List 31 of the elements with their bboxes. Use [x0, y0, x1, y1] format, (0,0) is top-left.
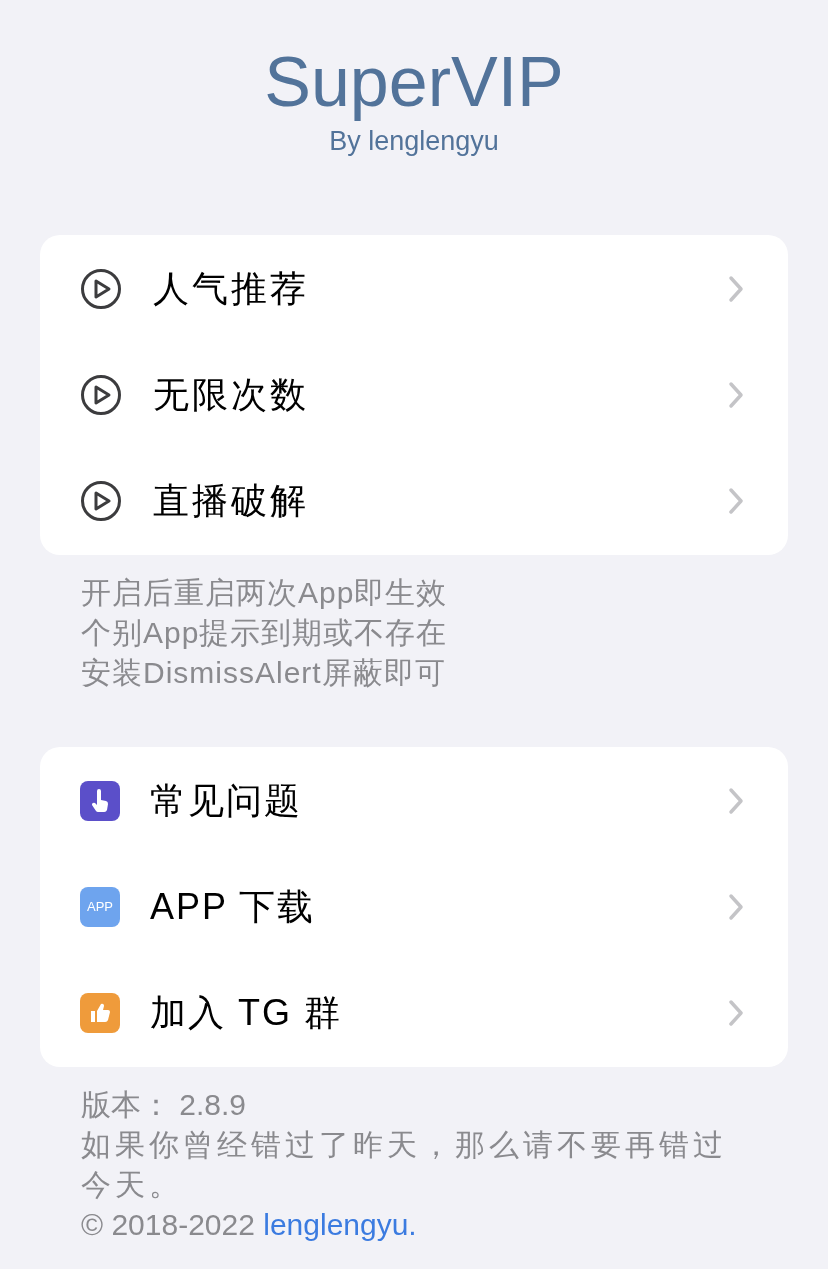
- copyright-text: © 2018-2022 lenglengyu.: [81, 1207, 418, 1243]
- chevron-right-icon: [728, 787, 744, 815]
- feature-label: 无限次数: [153, 373, 310, 417]
- version-text: 版本： 2.8.9: [81, 1087, 248, 1123]
- app-subtitle: By lenglengyu: [329, 125, 499, 158]
- author-link[interactable]: lenglengyu.: [263, 1208, 417, 1241]
- feature-label: 人气推荐: [153, 267, 310, 311]
- motto-text: 如果你曾经错过了昨天，那么请不要再错过今天。: [81, 1127, 728, 1203]
- feature-row[interactable]: 无限次数: [40, 342, 788, 448]
- play-circle-icon: [80, 374, 122, 416]
- chevron-right-icon: [728, 893, 744, 921]
- link-label: APP 下载: [150, 885, 317, 929]
- link-row[interactable]: APP APP 下载: [40, 854, 788, 960]
- chevron-right-icon: [728, 381, 744, 409]
- chevron-right-icon: [728, 275, 744, 303]
- app-title: SuperVIP: [264, 42, 564, 123]
- link-label: 常见问题: [150, 779, 303, 823]
- feature-label: 直播破解: [153, 479, 310, 523]
- link-label: 加入 TG 群: [150, 991, 343, 1035]
- feature-row[interactable]: 人气推荐: [40, 236, 788, 342]
- feature-row[interactable]: 直播破解: [40, 448, 788, 554]
- play-circle-icon: [80, 268, 122, 310]
- play-circle-icon: [80, 480, 122, 522]
- app-icon: APP: [80, 887, 120, 927]
- note-text: 个别App提示到期或不存在: [81, 615, 449, 651]
- link-row[interactable]: 加入 TG 群: [40, 960, 788, 1066]
- note-text: 安装DismissAlert屏蔽即可: [81, 655, 447, 691]
- note-text: 开启后重启两次App即生效: [81, 575, 449, 611]
- link-row[interactable]: 常见问题: [40, 748, 788, 854]
- chevron-right-icon: [728, 999, 744, 1027]
- chevron-right-icon: [728, 487, 744, 515]
